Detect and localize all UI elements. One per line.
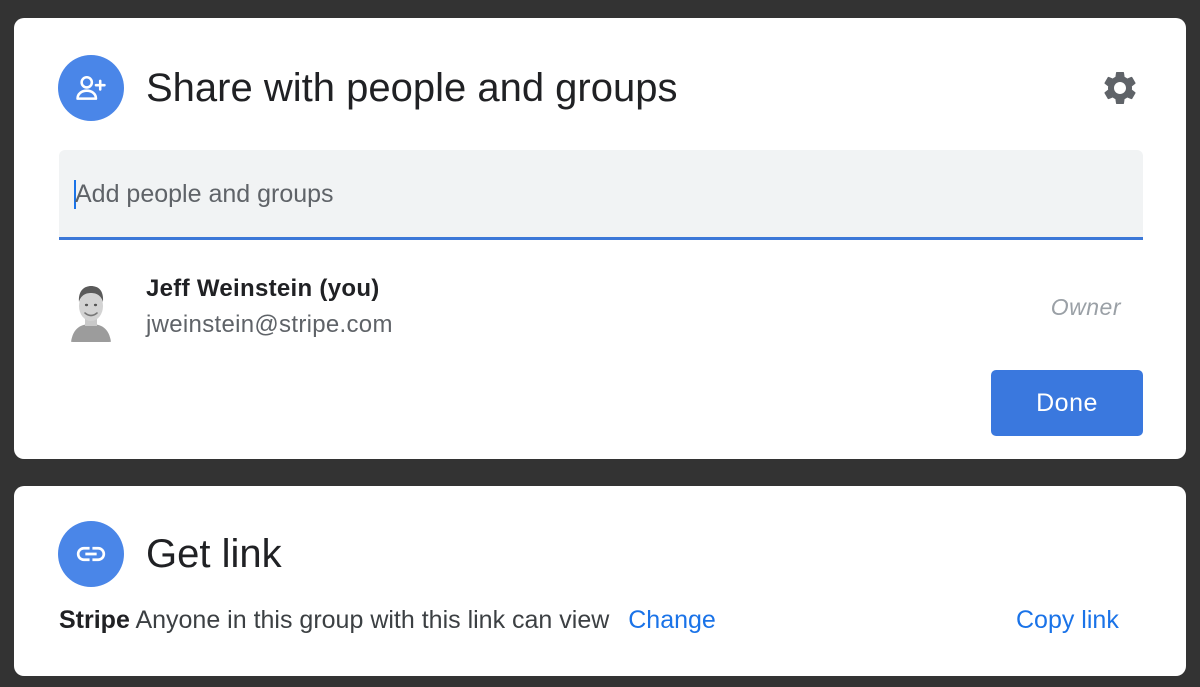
- person-row: Jeff Weinstein (you) jweinstein@stripe.c…: [59, 266, 1143, 346]
- link-icon: [58, 521, 124, 587]
- get-link-title: Get link: [146, 532, 282, 576]
- share-dialog-title: Share with people and groups: [146, 66, 678, 110]
- add-people-input[interactable]: [75, 174, 1115, 214]
- share-dialog: Share with people and groups Jeff Weinst…: [14, 18, 1186, 459]
- link-access-summary: Stripe Anyone in this group with this li…: [59, 606, 716, 635]
- person-email: jweinstein@stripe.com: [146, 311, 393, 338]
- person-role: Owner: [1050, 294, 1121, 320]
- group-name: Stripe: [59, 606, 130, 634]
- add-people-field[interactable]: [59, 150, 1143, 240]
- settings-button[interactable]: [1098, 66, 1142, 110]
- done-button[interactable]: Done: [991, 370, 1143, 436]
- change-access-button[interactable]: Change: [628, 606, 716, 634]
- person-name: Jeff Weinstein (you): [146, 275, 380, 302]
- avatar: [67, 274, 115, 342]
- gear-icon: [1104, 71, 1136, 104]
- get-link-panel[interactable]: Get link Stripe Anyone in this group wit…: [14, 486, 1186, 676]
- access-description: Anyone in this group with this link can …: [135, 606, 610, 634]
- copy-link-button[interactable]: Copy link: [1016, 606, 1119, 635]
- add-person-icon: [58, 55, 124, 121]
